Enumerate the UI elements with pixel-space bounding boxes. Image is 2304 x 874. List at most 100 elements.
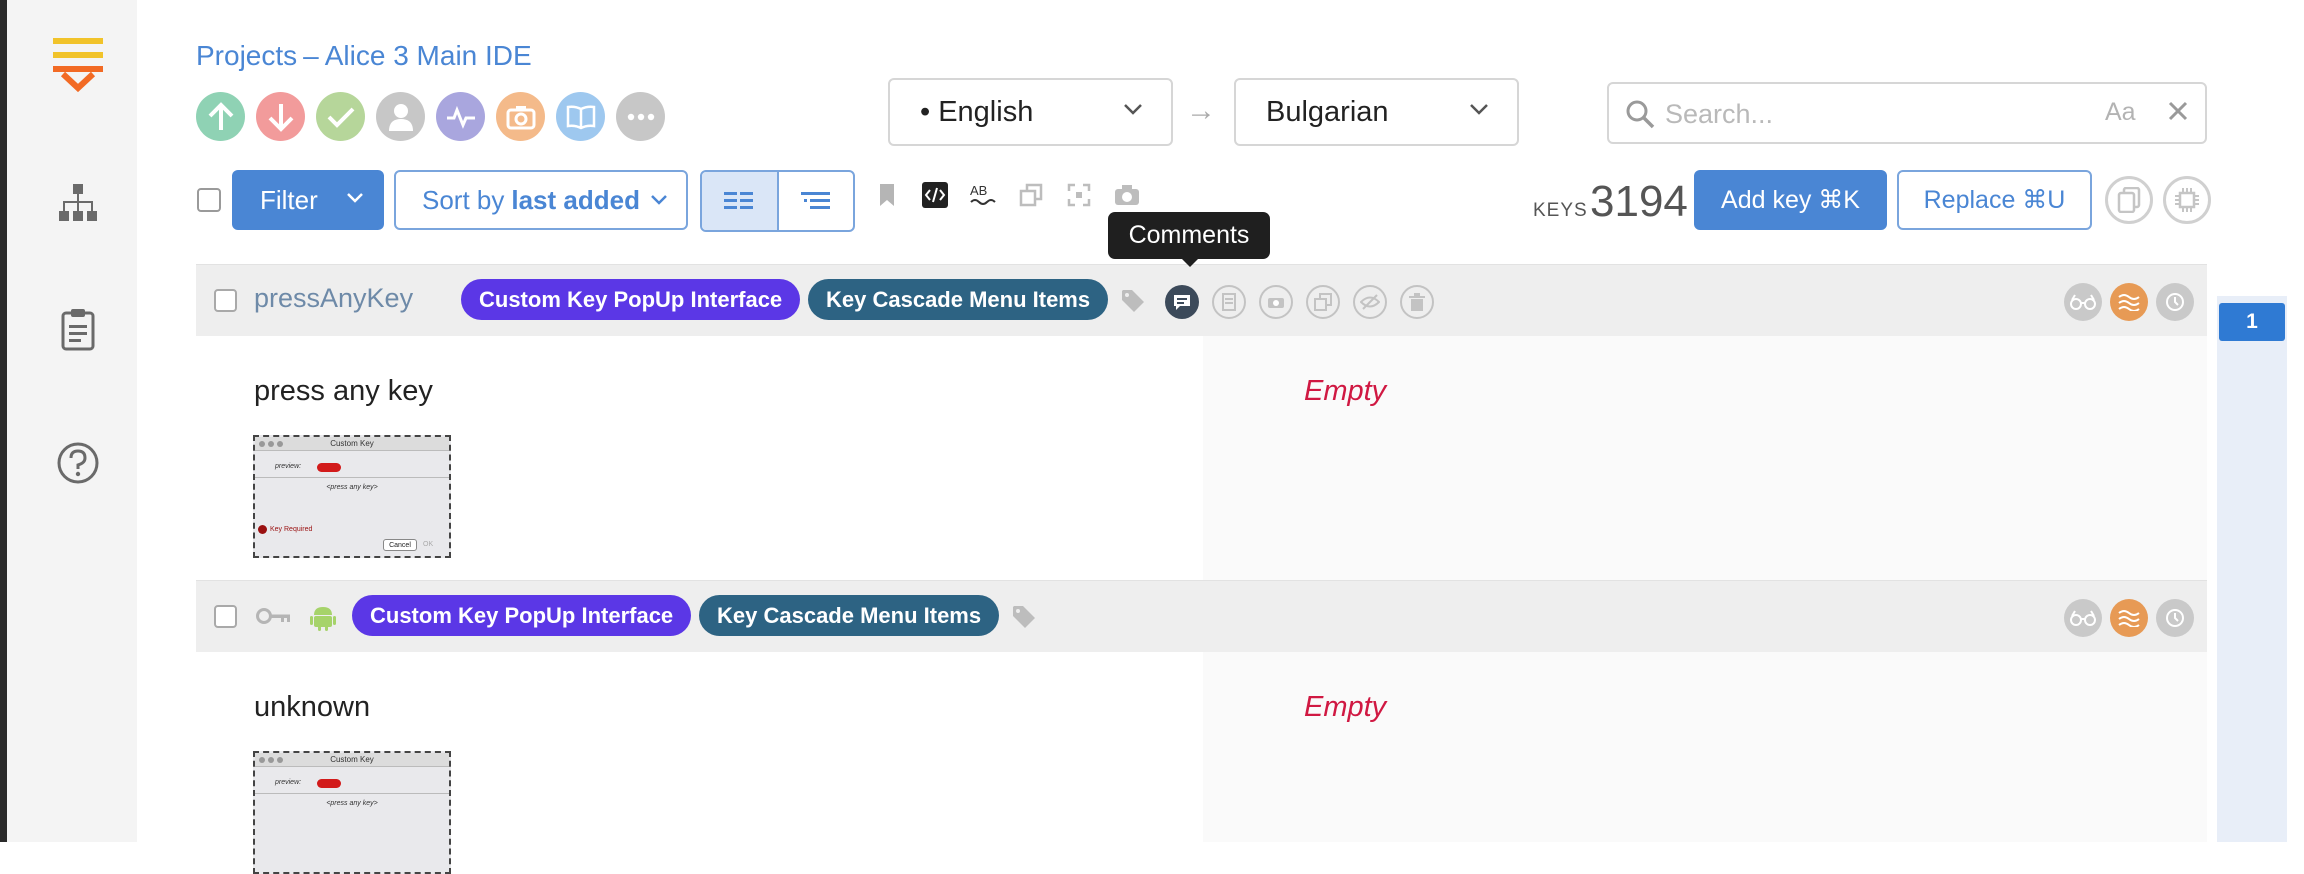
status-filter-row <box>196 92 665 141</box>
code-icon[interactable] <box>920 180 950 210</box>
select-all-checkbox[interactable] <box>197 188 221 212</box>
page-scrollbar[interactable] <box>2217 296 2287 842</box>
bookmark-icon[interactable] <box>872 180 902 210</box>
thumb-preview-label: preview: <box>275 463 302 470</box>
user-icon[interactable] <box>376 92 425 141</box>
tag-icon[interactable] <box>1121 289 1145 313</box>
target-language-select[interactable]: Bulgarian <box>1234 78 1519 146</box>
tag-icon[interactable] <box>1012 605 1036 629</box>
tree-view-icon <box>800 192 830 209</box>
translation-pane[interactable] <box>1203 336 2207 581</box>
filter-button[interactable]: Filter <box>232 170 384 230</box>
brand-logo-icon[interactable] <box>45 32 111 98</box>
help-icon[interactable] <box>45 430 111 496</box>
key-name[interactable]: pressAnyKey <box>254 283 413 314</box>
source-text[interactable]: press any key <box>254 375 433 408</box>
key-checkbox[interactable] <box>214 289 237 312</box>
copy-icon[interactable] <box>1306 285 1340 319</box>
sort-value: last added <box>511 184 640 215</box>
close-icon[interactable] <box>2167 100 2189 122</box>
replace-button[interactable]: Replace ⌘U <box>1897 170 2092 230</box>
glasses-icon[interactable] <box>2064 599 2102 637</box>
tag[interactable]: Key Cascade Menu Items <box>808 279 1109 320</box>
download-icon[interactable] <box>256 92 305 141</box>
sidebar <box>7 0 137 842</box>
hidden-icon[interactable] <box>1353 285 1387 319</box>
screenshot-select-icon[interactable] <box>1064 180 1094 210</box>
thumb-preview-value <box>317 779 341 788</box>
tag[interactable]: Key Cascade Menu Items <box>699 595 1000 636</box>
duplicate-icon[interactable] <box>2105 176 2153 224</box>
sort-prefix: Sort by <box>422 184 505 215</box>
translation-text[interactable]: Empty <box>1304 691 1386 724</box>
camera-icon[interactable] <box>496 92 545 141</box>
history-icon[interactable] <box>2156 599 2194 637</box>
chip-icon[interactable] <box>2163 176 2211 224</box>
thumb-divider <box>255 477 449 478</box>
thumb-cancel: Cancel <box>383 539 417 551</box>
key-checkbox[interactable] <box>214 605 237 628</box>
screenshot-thumbnail[interactable]: Custom Key preview: <press any key> <box>253 751 451 874</box>
more-icon[interactable] <box>616 92 665 141</box>
upload-icon[interactable] <box>196 92 245 141</box>
thumb-preview-label: preview: <box>275 779 302 786</box>
thumb-error-text: Key Required <box>270 526 313 533</box>
clipboard-icon[interactable] <box>45 297 111 363</box>
target-language-value: Bulgarian <box>1266 95 1389 128</box>
notes-icon[interactable] <box>1212 285 1246 319</box>
check-icon[interactable] <box>316 92 365 141</box>
tree-view-button[interactable] <box>779 172 854 230</box>
camera-icon[interactable] <box>1112 180 1142 210</box>
main-content: Projects – Alice 3 Main IDE • English → … <box>137 0 2304 874</box>
filter-button-label: Filter <box>260 184 318 215</box>
translation-text[interactable]: Empty <box>1304 375 1386 408</box>
add-key-button[interactable]: Add key ⌘K <box>1694 170 1887 230</box>
language-arrow: → <box>1186 94 1216 127</box>
source-language-value: • English <box>920 95 1034 128</box>
thumb-titlebar: Custom Key <box>255 437 449 451</box>
keys-label: KEYS <box>1533 200 1588 221</box>
source-language-select[interactable]: • English <box>888 78 1173 146</box>
thumb-press-text: <press any key> <box>326 800 378 807</box>
chevron-down-icon <box>651 195 667 205</box>
list-view-icon <box>724 192 754 209</box>
window-edge <box>0 0 7 842</box>
thumb-title: Custom Key <box>330 439 374 448</box>
hierarchy-icon[interactable] <box>45 170 111 236</box>
breadcrumb-project-link[interactable]: Alice 3 Main IDE <box>325 40 532 71</box>
key-row-body: unknown Empty Custom Key preview: <press… <box>196 652 2207 874</box>
tag[interactable]: Custom Key PopUp Interface <box>461 279 801 320</box>
activity-icon[interactable] <box>436 92 485 141</box>
page-number-badge[interactable]: 1 <box>2219 303 2285 341</box>
thumb-error: Key Required <box>258 525 312 534</box>
svg-text:AB: AB <box>970 183 987 198</box>
camera-icon[interactable] <box>1259 285 1293 319</box>
case-sensitive-toggle[interactable]: Aa <box>2105 98 2136 127</box>
fuzzy-icon[interactable] <box>2110 283 2148 321</box>
breadcrumb-projects-link[interactable]: Projects <box>196 40 297 71</box>
spellcheck-icon[interactable]: AB <box>968 180 998 210</box>
breadcrumb-separator: – <box>303 40 319 71</box>
copy-icon[interactable] <box>1016 180 1046 210</box>
toolbar-icons: AB <box>872 180 1142 210</box>
comments-icon[interactable] <box>1165 285 1199 319</box>
history-icon[interactable] <box>2156 283 2194 321</box>
thumb-preview-value <box>317 463 341 472</box>
window-controls <box>259 441 283 447</box>
view-mode-toggle <box>700 170 855 232</box>
glasses-icon[interactable] <box>2064 283 2102 321</box>
screenshot-thumbnail[interactable]: Custom Key preview: <press any key> Key … <box>253 435 451 558</box>
translation-pane[interactable] <box>1203 652 2207 842</box>
tag[interactable]: Custom Key PopUp Interface <box>352 595 692 636</box>
trash-icon[interactable] <box>1400 285 1434 319</box>
sort-button[interactable]: Sort by last added <box>394 170 688 230</box>
keys-count: 3194 <box>1590 177 1688 226</box>
key-row-header: Custom Key PopUp Interface Key Cascade M… <box>196 580 2207 652</box>
search-input[interactable] <box>1663 96 2103 132</box>
source-text[interactable]: unknown <box>254 691 370 724</box>
thumb-title: Custom Key <box>330 755 374 764</box>
fuzzy-icon[interactable] <box>2110 599 2148 637</box>
list-view-button[interactable] <box>702 172 779 230</box>
book-icon[interactable] <box>556 92 605 141</box>
comments-tooltip: Comments <box>1108 212 1270 267</box>
